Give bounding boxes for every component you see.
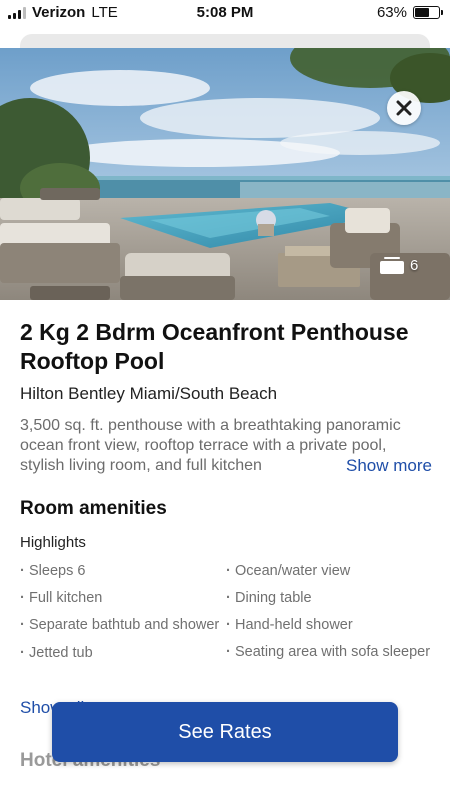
battery-fill bbox=[415, 8, 429, 17]
amenity-item: Sleeps 6 bbox=[20, 562, 220, 580]
room-description-block: 3,500 sq. ft. penthouse with a breathtak… bbox=[20, 416, 432, 476]
amenity-item: Full kitchen bbox=[20, 589, 220, 607]
photo-count-badge[interactable]: 6 bbox=[380, 256, 418, 274]
close-button[interactable] bbox=[387, 91, 421, 125]
show-more-link[interactable]: Show more bbox=[342, 456, 432, 476]
amenity-item: Hand-held shower bbox=[226, 616, 436, 634]
close-icon bbox=[396, 100, 412, 116]
hotel-name: Hilton Bentley Miami/South Beach bbox=[20, 384, 278, 403]
room-amenities-heading: Room amenities bbox=[20, 498, 167, 519]
room-details: 2 Kg 2 Bdrm Oceanfront Penthouse Rooftop… bbox=[20, 318, 432, 476]
amenity-item: Seating area with sofa sleeper bbox=[226, 643, 436, 661]
description-fade bbox=[282, 456, 342, 476]
battery-percent: 63% bbox=[376, 4, 407, 21]
status-right: 63% bbox=[376, 4, 443, 21]
highlights-label: Highlights bbox=[20, 534, 86, 551]
photo-count-label: 6 bbox=[410, 256, 419, 274]
battery-icon bbox=[413, 6, 443, 19]
amenity-item: Jetted tub bbox=[20, 644, 220, 662]
amenity-item: Dining table bbox=[226, 589, 436, 607]
photo-stack-icon bbox=[380, 257, 404, 274]
amenities-left-column: Sleeps 6 Full kitchen Separate bathtub a… bbox=[20, 562, 220, 671]
see-rates-label: See Rates bbox=[178, 720, 272, 743]
room-title: 2 Kg 2 Bdrm Oceanfront Penthouse Rooftop… bbox=[20, 319, 409, 374]
amenity-item: Ocean/water view bbox=[226, 562, 436, 580]
status-bar: Verizon LTE 5:08 PM 63% bbox=[0, 0, 450, 26]
amenity-item: Separate bathtub and shower bbox=[20, 616, 220, 634]
see-rates-button[interactable]: See Rates bbox=[52, 702, 398, 762]
amenities-right-column: Ocean/water view Dining table Hand-held … bbox=[226, 562, 436, 670]
